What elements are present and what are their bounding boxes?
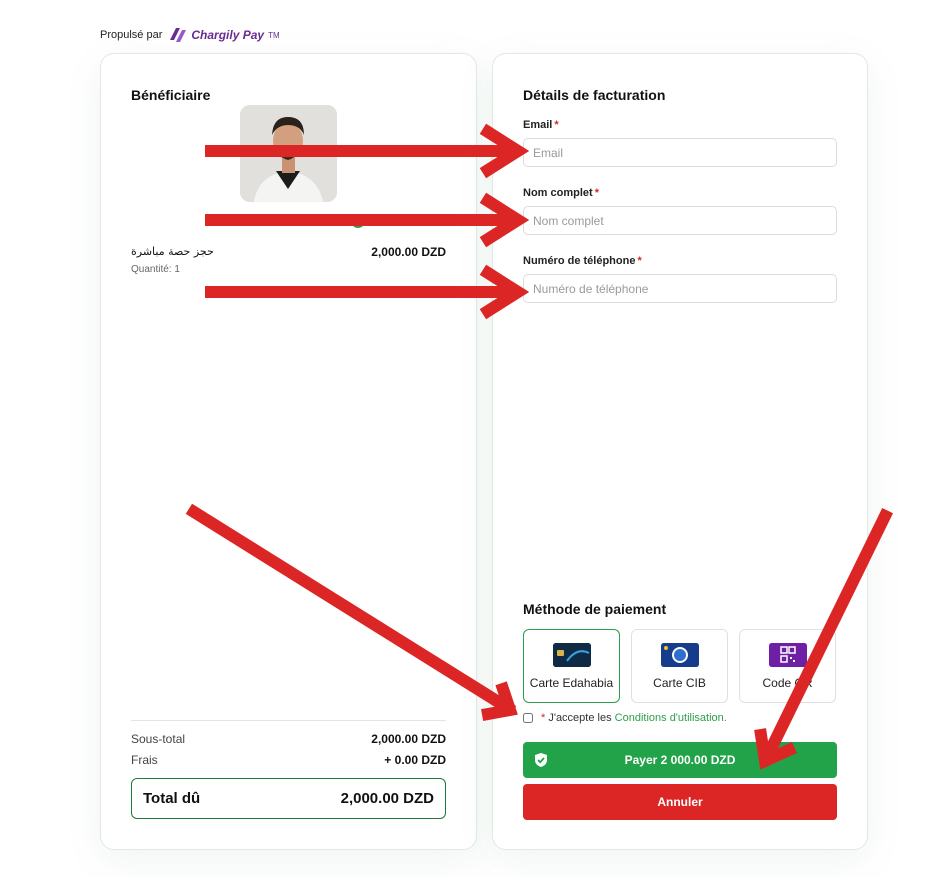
fees-label: Frais <box>131 753 158 767</box>
fees-row: Frais + 0.00 DZD <box>131 753 446 767</box>
full-name-label-text: Nom complet <box>523 187 593 199</box>
chargily-logo: Chargily Pay TM <box>168 26 280 44</box>
email-field[interactable] <box>523 138 837 167</box>
subtotal-value: 2,000.00 DZD <box>371 732 446 746</box>
powered-by: Propulsé par Chargily Pay TM <box>100 26 280 44</box>
trademark: TM <box>268 30 280 40</box>
required-mark: * <box>594 187 599 199</box>
phone-field[interactable] <box>523 274 837 303</box>
edahabia-card-icon <box>552 642 591 667</box>
item-price: 2,000.00 DZD <box>371 245 446 259</box>
qr-code-icon <box>768 642 807 667</box>
powered-by-prefix: Propulsé par <box>100 29 163 41</box>
terms-link[interactable]: Conditions d'utilisation. <box>615 712 727 724</box>
subtotal-row: Sous-total 2,000.00 DZD <box>131 732 446 746</box>
fees-value: + 0.00 DZD <box>384 753 446 767</box>
brand-name: Chargily Pay <box>191 28 265 42</box>
subtotal-label: Sous-total <box>131 732 186 746</box>
cancel-button[interactable]: Annuler <box>523 784 837 820</box>
payment-method-edahabia[interactable]: Carte Edahabia <box>523 629 620 703</box>
chargily-logo-icon <box>170 28 187 42</box>
terms-checkbox[interactable] <box>523 713 533 723</box>
total-label: Total dû <box>143 790 201 807</box>
payment-method-label: Code QR <box>762 675 813 690</box>
phone-label-text: Numéro de téléphone <box>523 255 636 267</box>
beneficiary-title: Bénéficiaire <box>131 87 211 103</box>
beneficiary-card: Bénéficiaire حجز حصة مباشرة Quantité: 1 … <box>100 53 477 850</box>
payment-method-label: Carte Edahabia <box>529 675 614 690</box>
email-label-text: Email <box>523 119 553 131</box>
payment-method-title: Méthode de paiement <box>523 601 667 617</box>
total-due-box: Total dû 2,000.00 DZD <box>131 778 446 819</box>
payment-method-cib[interactable]: Carte CIB <box>631 629 728 703</box>
required-mark: * <box>541 712 546 724</box>
total-value: 2,000.00 DZD <box>340 790 434 807</box>
full-name-field[interactable] <box>523 206 837 235</box>
payment-method-qr[interactable]: Code QR <box>739 629 836 703</box>
payment-method-label: Carte CIB <box>653 675 706 690</box>
item-name: حجز حصة مباشرة <box>131 245 214 258</box>
cancel-button-label: Annuler <box>657 795 703 809</box>
full-name-label: Nom complet * <box>523 187 599 199</box>
required-mark: * <box>637 255 642 267</box>
terms-row: * J'accepte les Conditions d'utilisation… <box>523 712 727 724</box>
billing-title: Détails de facturation <box>523 87 666 103</box>
item-quantity: Quantité: 1 <box>131 264 180 275</box>
required-mark: * <box>554 119 559 131</box>
summary-divider <box>131 720 446 721</box>
shield-check-icon <box>535 753 547 767</box>
pay-button-label: Payer 2 000.00 DZD <box>624 753 736 767</box>
billing-card: Détails de facturation Email* Nom comple… <box>492 53 868 850</box>
avatar-photo <box>240 105 337 202</box>
pay-button[interactable]: Payer 2 000.00 DZD <box>523 742 837 778</box>
cib-card-icon <box>660 642 699 667</box>
terms-prefix: J'accepte les <box>548 712 612 724</box>
verified-badge-icon <box>351 214 365 228</box>
email-label: Email * <box>523 119 559 131</box>
avatar <box>240 105 337 202</box>
phone-label: Numéro de téléphone * <box>523 255 642 267</box>
